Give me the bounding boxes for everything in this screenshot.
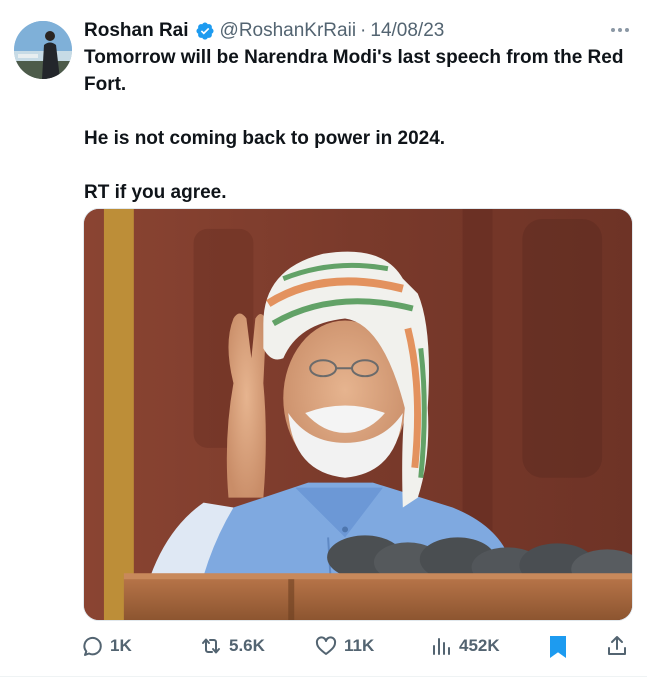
verified-badge-icon [195,21,215,41]
reply-icon [83,636,102,656]
tweet-date[interactable]: 14/08/23 [370,20,444,42]
tweet-card[interactable]: Roshan Rai @RoshanKrRaii · 14/08/23 Tomo… [0,0,647,680]
tweet-media-photo[interactable] [83,208,633,621]
tweet-actions: 1K 5.6K 11K 452K [0,626,647,666]
header-separator: · [360,20,367,41]
like-count: 11K [344,636,375,655]
like-button[interactable]: 11K [314,626,374,666]
share-icon [608,636,626,655]
tweet-paragraph: Tomorrow will be Narendra Modi's last sp… [84,47,624,95]
share-button[interactable] [605,626,635,666]
tweet-text: Tomorrow will be Narendra Modi's last sp… [84,44,632,206]
views-icon [433,638,450,655]
reply-button[interactable]: 1K [80,626,132,666]
more-options-icon[interactable] [607,22,633,38]
views-count: 452K [459,636,500,655]
divider [0,676,647,677]
bookmark-button[interactable] [546,626,576,666]
retweet-button[interactable]: 5.6K [199,626,265,666]
views-button[interactable]: 452K [429,626,500,666]
tweet-paragraph: He is not coming back to power in 2024. [84,128,446,149]
author-handle[interactable]: @RoshanKrRaii [220,20,357,42]
tweet-header: Roshan Rai @RoshanKrRaii · 14/08/23 [84,18,444,44]
avatar[interactable] [14,21,72,79]
retweet-icon [202,638,220,654]
bookmark-icon [550,636,566,658]
heart-icon [315,636,337,655]
author-name[interactable]: Roshan Rai [84,20,189,42]
reply-count: 1K [110,636,132,655]
tweet-paragraph: RT if you agree. [84,182,227,203]
retweet-count: 5.6K [229,636,265,655]
